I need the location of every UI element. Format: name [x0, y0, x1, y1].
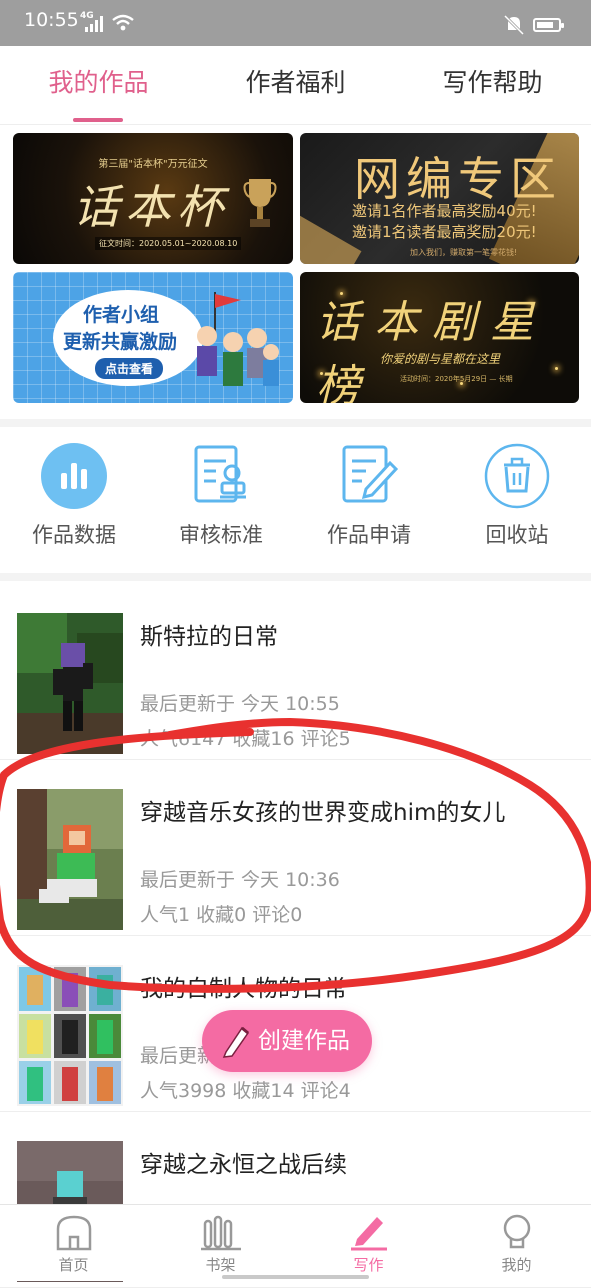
banner-drama-star-list[interactable]: 话本剧星榜 你爱的剧与星都在这里 活动时间：2020年5月29日 — 长期: [300, 272, 579, 403]
bar-chart-icon: [41, 443, 107, 509]
nav-label: 我的: [501, 1256, 532, 1274]
nav-home[interactable]: 首页: [0, 1205, 147, 1281]
banner-title: 话本杯: [73, 180, 229, 234]
bookshelf-icon: [200, 1213, 241, 1251]
tool-label: 审核标准: [179, 523, 263, 547]
work-title: 穿越音乐女孩的世界变成him的女儿: [140, 800, 506, 826]
profile-icon: [497, 1213, 537, 1251]
banner-huaben-cup[interactable]: 第三届"话本杯"万元征文 话本杯 征文时间：2020.05.01~2020.08…: [13, 133, 293, 264]
edit-doc-icon: [336, 443, 402, 509]
banner-line: 邀请1名作者最高奖励40元!: [352, 202, 537, 220]
banner-line: 更新共赢激励: [63, 331, 178, 353]
nav-label: 书架: [205, 1256, 236, 1274]
banner-title: 话本剧星榜: [316, 297, 548, 403]
trash-icon: [484, 443, 550, 509]
bottom-nav: 首页 书架 写作 我的: [0, 1204, 591, 1281]
nav-write[interactable]: 写作: [295, 1205, 442, 1281]
create-work-label: 创建作品: [258, 1028, 350, 1054]
work-item[interactable]: 斯特拉的日常 最后更新于 今天 10:55 人气6147 收藏16 评论5: [0, 583, 591, 760]
tool-label: 作品申请: [327, 523, 411, 547]
pencil-icon: [222, 1026, 250, 1058]
tools-row: 作品数据 审核标准 作品申请 回收站: [0, 427, 591, 573]
work-stats: 人气3998 收藏14 评论4: [140, 1080, 351, 1102]
work-stats: 人气6147 收藏16 评论5: [140, 728, 351, 750]
tool-works-data[interactable]: 作品数据: [0, 443, 148, 549]
status-time: 10:55: [24, 9, 79, 31]
banner-footnote: 加入我们，赚取第一笔零花钱!: [410, 248, 518, 257]
status-bar: 10:55 4G: [0, 0, 591, 46]
work-item[interactable]: 穿越音乐女孩的世界变成him的女儿 最后更新于 今天 10:36 人气1 收藏0…: [0, 759, 591, 936]
characters-illustration: [197, 292, 279, 386]
tab-writing-help[interactable]: 写作帮助: [394, 46, 591, 124]
trophy-icon: [243, 179, 277, 227]
work-title: 我的自制人物的日常: [140, 976, 347, 1002]
tab-author-benefits[interactable]: 作者福利: [197, 46, 394, 124]
work-cover: [17, 613, 123, 754]
signal-icon: [85, 16, 103, 32]
work-updated: 最后更新于 今天 10:55: [140, 693, 340, 715]
home-icon: [54, 1213, 94, 1251]
active-tab-indicator: [73, 118, 123, 122]
gesture-bar[interactable]: [222, 1275, 369, 1279]
banner-tagline: 你爱的剧与星都在这里: [380, 352, 501, 366]
work-title: 穿越之永恒之战后续: [140, 1152, 347, 1178]
work-updated: 最后更新于 今天 10:36: [140, 869, 340, 891]
create-work-button[interactable]: 创建作品: [202, 1010, 372, 1072]
banner-date: 征文时间：2020.05.01~2020.08.10: [95, 237, 242, 250]
nav-bookshelf[interactable]: 书架: [147, 1205, 294, 1281]
banner-editor-zone[interactable]: 网编专区 邀请1名作者最高奖励40元! 邀请1名读者最高奖励20元! 加入我们，…: [300, 133, 579, 264]
view-button[interactable]: 点击查看: [95, 358, 164, 379]
pen-icon: [349, 1213, 389, 1251]
tool-label: 作品数据: [32, 523, 116, 547]
review-doc-icon: [188, 443, 254, 509]
tool-review-standard[interactable]: 审核标准: [147, 443, 295, 549]
top-tabs: 我的作品 作者福利 写作帮助: [0, 46, 591, 125]
work-title: 斯特拉的日常: [140, 624, 278, 650]
tool-label: 回收站: [485, 523, 549, 547]
section-divider: [0, 419, 591, 427]
banner-line: 邀请1名读者最高奖励20元!: [352, 223, 537, 241]
mute-icon: [503, 14, 525, 36]
nav-profile[interactable]: 我的: [443, 1205, 590, 1281]
section-divider: [0, 573, 591, 581]
tab-my-works[interactable]: 我的作品: [0, 46, 197, 124]
tool-works-application[interactable]: 作品申请: [295, 443, 443, 549]
nav-label: 首页: [58, 1256, 89, 1274]
banner-subtitle: 第三届"话本杯"万元征文: [98, 159, 208, 170]
tool-recycle-bin[interactable]: 回收站: [443, 443, 591, 549]
banner-author-group[interactable]: 作者小组 更新共赢激励 点击查看: [13, 272, 293, 403]
work-cover: [17, 965, 123, 1106]
banner-line: 作者小组: [83, 304, 160, 326]
banner-footnote: 活动时间：2020年5月29日 — 长期: [400, 375, 513, 383]
work-stats: 人气1 收藏0 评论0: [140, 904, 303, 926]
wifi-icon: [112, 14, 134, 31]
nav-label: 写作: [353, 1256, 384, 1274]
battery-icon: [533, 18, 564, 32]
work-cover: [17, 789, 123, 930]
